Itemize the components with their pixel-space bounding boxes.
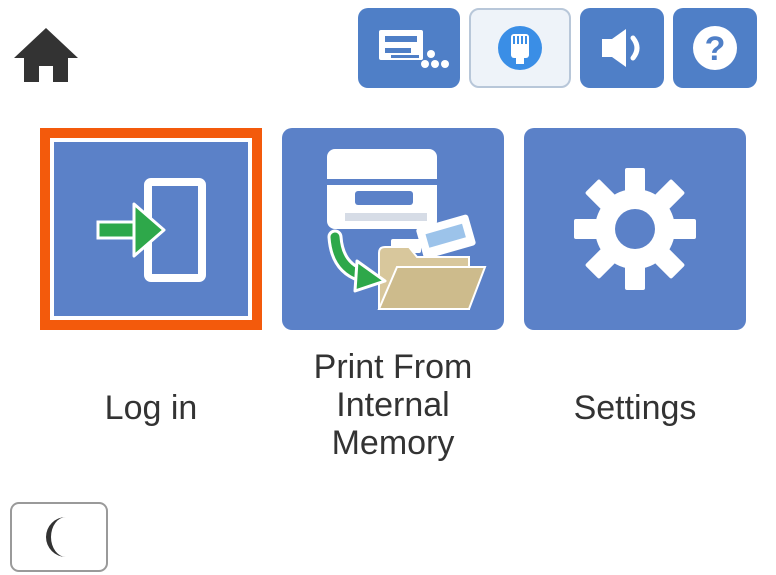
sleep-button[interactable] bbox=[10, 502, 108, 572]
printer-status-button[interactable] bbox=[358, 8, 460, 88]
login-icon bbox=[96, 178, 206, 282]
login-label: Log in bbox=[104, 389, 198, 427]
network-status-button[interactable] bbox=[469, 8, 571, 88]
home-button[interactable] bbox=[12, 24, 80, 86]
print-from-memory-icon bbox=[327, 149, 487, 310]
help-button[interactable]: ? bbox=[673, 8, 757, 88]
print-from-memory-label: Print From Internal Memory bbox=[313, 348, 473, 462]
printer-home-screen: ? Log in Print From Internal Memory Sett… bbox=[0, 0, 776, 575]
moon-icon bbox=[46, 517, 66, 557]
wired-lan-icon bbox=[498, 26, 542, 70]
help-icon: ? bbox=[693, 26, 737, 70]
volume-button[interactable] bbox=[580, 8, 664, 88]
gear-icon bbox=[574, 168, 696, 290]
printer-ink-icon bbox=[379, 30, 449, 68]
settings-tile[interactable] bbox=[524, 128, 746, 330]
settings-label: Settings bbox=[573, 389, 697, 427]
status-icon-bar: ? bbox=[358, 8, 757, 88]
volume-icon bbox=[602, 29, 640, 67]
home-icon bbox=[14, 28, 78, 82]
svg-text:?: ? bbox=[705, 30, 726, 68]
print-from-memory-tile[interactable] bbox=[282, 128, 504, 330]
login-tile[interactable] bbox=[40, 128, 262, 330]
